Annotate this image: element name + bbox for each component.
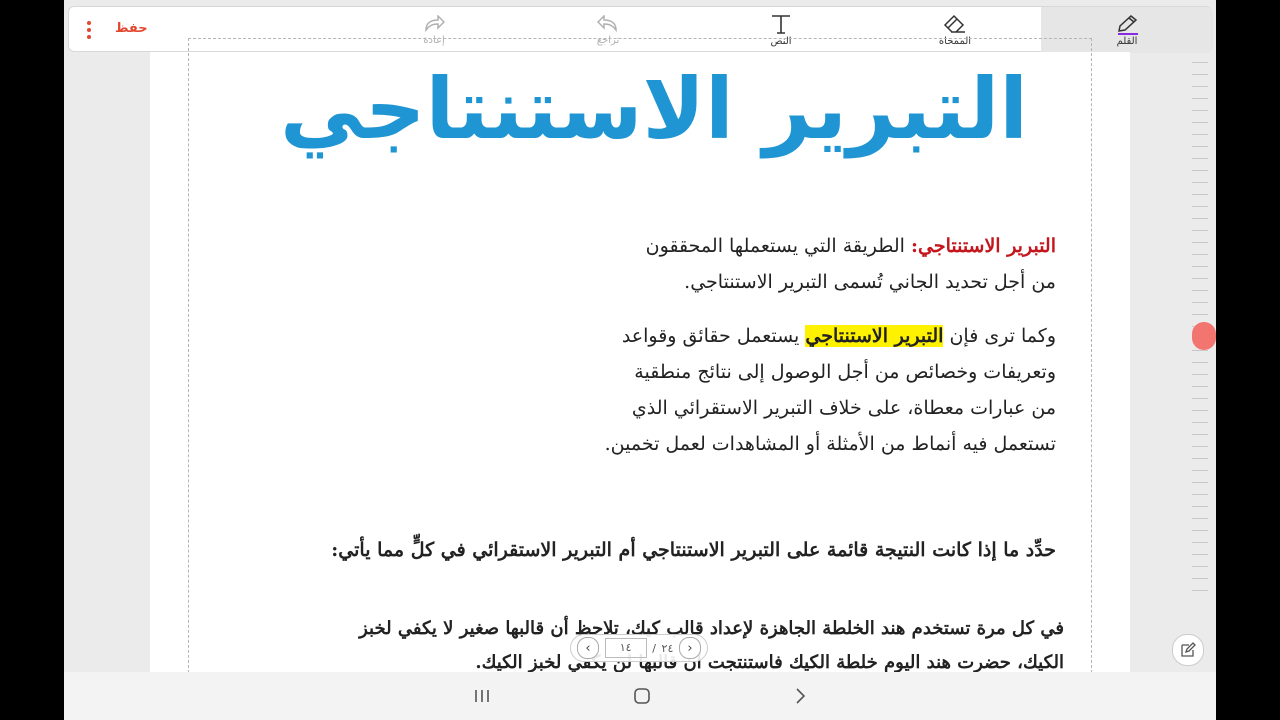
app-screen: حفظ إعادة تراجع النص الممحاة القلم التبر…	[64, 0, 1216, 720]
ruler-tick	[1192, 158, 1208, 159]
more-options-icon[interactable]	[85, 19, 93, 41]
home-icon	[634, 688, 650, 704]
ruler-tick	[1192, 410, 1208, 411]
para2-line4: تستعمل فيه أنماط من الأمثلة أو المشاهدات…	[604, 433, 1056, 455]
para2-after: يستعمل حقائق وقواعد	[621, 325, 800, 347]
ruler-tick	[1192, 134, 1208, 135]
ruler-tick	[1192, 170, 1208, 171]
ruler-tick	[1192, 434, 1208, 435]
ruler-tick	[1192, 290, 1208, 291]
system-navigation-bar	[64, 672, 1216, 720]
ruler-tick	[1192, 266, 1208, 267]
definition-paragraph: التبرير الاستنتاجي: الطريقة التي يستعمله…	[364, 228, 1056, 300]
ruler-tick	[1192, 206, 1208, 207]
home-button[interactable]	[622, 682, 662, 710]
ruler-tick	[1192, 110, 1208, 111]
recent-apps-button[interactable]	[462, 682, 502, 710]
ruler-tick	[1192, 494, 1208, 495]
current-page-input[interactable]: ١٤	[604, 638, 647, 658]
undo-icon	[597, 14, 617, 32]
ruler-tick	[1192, 314, 1208, 315]
text-icon	[772, 14, 790, 34]
ruler-tick	[1192, 98, 1208, 99]
para2-before: وكما ترى فإن	[949, 325, 1056, 347]
document-title: التبرير الاستنتاجي	[279, 60, 1029, 158]
ruler-tick	[1192, 578, 1208, 579]
ruler-tick	[1192, 566, 1208, 567]
highlighted-term: التبرير الاستنتاجي	[805, 325, 944, 347]
ruler-tick	[1192, 446, 1208, 447]
ruler-tick	[1192, 362, 1208, 363]
pen-icon	[1118, 14, 1138, 32]
ruler-tick	[1192, 506, 1208, 507]
para2-line3: من عبارات معطاة، على خلاف التبرير الاستق…	[631, 397, 1056, 419]
ruler-tick	[1192, 530, 1208, 531]
ruler-tick	[1192, 254, 1208, 255]
explanation-paragraph: وكما ترى فإن التبرير الاستنتاجي يستعمل ح…	[364, 318, 1056, 462]
ruler-tick	[1192, 374, 1208, 375]
total-pages: ٢٤	[661, 641, 674, 655]
ruler-tick	[1192, 458, 1208, 459]
ruler-tick	[1192, 242, 1208, 243]
next-page-button[interactable]: ›	[678, 637, 701, 659]
ruler-tick	[1192, 194, 1208, 195]
question-text: حدِّد ما إذا كانت النتيجة قائمة على التب…	[331, 539, 1056, 561]
ruler-tick	[1192, 86, 1208, 87]
ruler-tick	[1192, 218, 1208, 219]
redo-icon	[425, 14, 445, 32]
back-chevron-icon	[796, 688, 806, 704]
ruler-tick	[1192, 302, 1208, 303]
ruler-tick	[1192, 386, 1208, 387]
ruler-tick	[1192, 542, 1208, 543]
ruler-tick	[1192, 122, 1208, 123]
ruler-tick	[1192, 398, 1208, 399]
ruler-tick	[1192, 230, 1208, 231]
scroll-thumb[interactable]	[1192, 322, 1216, 350]
ruler-tick	[1192, 278, 1208, 279]
eraser-icon	[943, 14, 965, 33]
edit-note-icon	[1181, 642, 1196, 657]
page-navigator: ‹ ١٤ / ٢٤ ›	[570, 634, 708, 662]
ruler-tick	[1192, 470, 1208, 471]
edit-note-button[interactable]	[1172, 634, 1204, 666]
ruler-tick	[1192, 422, 1208, 423]
back-button[interactable]	[780, 682, 820, 710]
ruler-tick	[1192, 350, 1208, 351]
ruler-tick	[1192, 482, 1208, 483]
definition-text-1: الطريقة التي يستعملها المحققون	[645, 235, 905, 257]
ruler-tick	[1192, 74, 1208, 75]
previous-page-button[interactable]: ‹	[577, 637, 599, 659]
page-separator: /	[652, 641, 656, 655]
ruler-tick	[1192, 62, 1208, 63]
save-button[interactable]: حفظ	[115, 21, 148, 36]
ruler-tick	[1192, 518, 1208, 519]
ruler-tick	[1192, 554, 1208, 555]
recent-apps-icon	[475, 690, 489, 702]
definition-term: التبرير الاستنتاجي:	[910, 235, 1056, 257]
para2-line2: وتعريفات وخصائص من أجل الوصول إلى نتائج …	[634, 361, 1056, 383]
ruler-tick	[1192, 182, 1208, 183]
definition-text-2: من أجل تحديد الجاني تُسمى التبرير الاستن…	[684, 271, 1056, 293]
pen-tool-label: القلم	[1116, 35, 1138, 47]
ruler-tick	[1192, 590, 1208, 591]
pen-color-indicator	[1118, 33, 1138, 35]
ruler-tick	[1192, 146, 1208, 147]
